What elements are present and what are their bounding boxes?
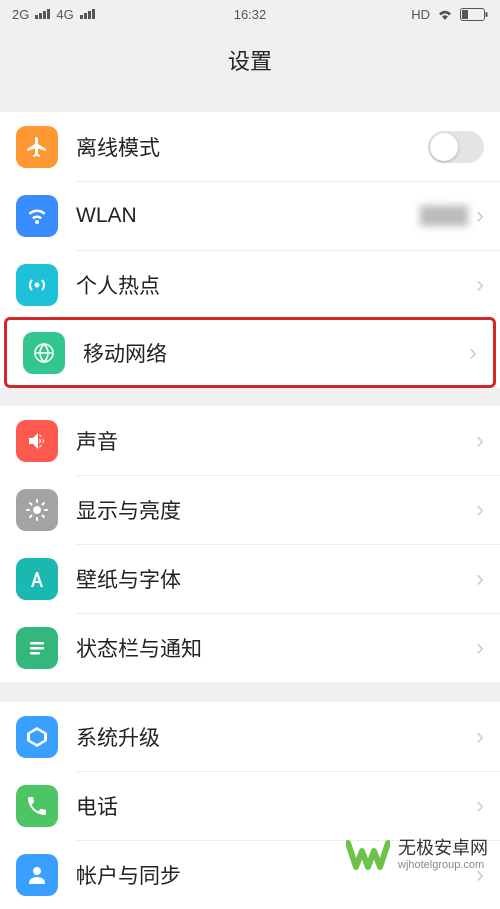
watermark-logo-icon — [346, 833, 390, 877]
network-2-label: 4G — [56, 7, 73, 22]
status-time: 16:32 — [234, 7, 267, 22]
row-airplane-mode[interactable]: 离线模式 — [0, 112, 500, 181]
row-system-update[interactable]: 系统升级 › — [0, 702, 500, 771]
row-wlan[interactable]: WLAN ████ › — [0, 181, 500, 250]
brightness-icon — [16, 489, 58, 531]
font-icon — [16, 558, 58, 600]
section-display: 声音 › 显示与亮度 › 壁纸与字体 › 状态栏与通知 › — [0, 406, 500, 682]
watermark: 无极安卓网 wjhotelgroup.com — [346, 833, 488, 877]
chevron-right-icon: › — [476, 429, 484, 453]
row-statusbar-notify[interactable]: 状态栏与通知 › — [0, 613, 500, 682]
chevron-right-icon: › — [476, 498, 484, 522]
status-left: 2G 4G — [12, 7, 95, 22]
chevron-right-icon: › — [476, 725, 484, 749]
chevron-right-icon: › — [476, 204, 484, 228]
row-label: 显示与亮度 — [76, 495, 476, 525]
hotspot-icon — [16, 264, 58, 306]
row-label: 个人热点 — [76, 270, 476, 300]
section-network: 离线模式 WLAN ████ › 个人热点 › 移动网络 › — [0, 112, 500, 388]
airplane-toggle[interactable] — [428, 131, 484, 163]
section-system: 系统升级 › 电话 › 帐户与同步 › — [0, 702, 500, 909]
watermark-sub: wjhotelgroup.com — [398, 859, 488, 872]
hd-label: HD — [411, 7, 430, 22]
status-right: HD — [411, 7, 488, 22]
chevron-right-icon: › — [476, 794, 484, 818]
chevron-right-icon: › — [476, 567, 484, 591]
signal-2-icon — [80, 9, 95, 19]
row-label: 移动网络 — [83, 338, 469, 368]
wlan-value: ████ — [420, 206, 468, 226]
row-mobile-network[interactable]: 移动网络 › — [4, 317, 496, 388]
network-1-label: 2G — [12, 7, 29, 22]
globe-icon — [23, 332, 65, 374]
row-label: 电话 — [76, 791, 476, 821]
row-label: WLAN — [76, 204, 420, 228]
signal-1-icon — [35, 9, 50, 19]
row-label: 离线模式 — [76, 132, 428, 162]
row-phone[interactable]: 电话 › — [0, 771, 500, 840]
status-bar: 2G 4G 16:32 HD — [0, 0, 500, 28]
airplane-icon — [16, 126, 58, 168]
account-icon — [16, 854, 58, 896]
page-title: 设置 — [0, 28, 500, 92]
row-display-brightness[interactable]: 显示与亮度 › — [0, 475, 500, 544]
battery-icon — [460, 8, 488, 21]
row-label: 声音 — [76, 426, 476, 456]
row-wallpaper-fonts[interactable]: 壁纸与字体 › — [0, 544, 500, 613]
watermark-text: 无极安卓网 wjhotelgroup.com — [398, 838, 488, 873]
wifi-icon — [436, 7, 454, 21]
sound-icon — [16, 420, 58, 462]
watermark-main: 无极安卓网 — [398, 838, 488, 860]
chevron-right-icon: › — [476, 636, 484, 660]
chevron-right-icon: › — [469, 341, 477, 365]
row-sound[interactable]: 声音 › — [0, 406, 500, 475]
update-icon — [16, 716, 58, 758]
chevron-right-icon: › — [476, 273, 484, 297]
phone-icon — [16, 785, 58, 827]
wlan-icon — [16, 195, 58, 237]
row-hotspot[interactable]: 个人热点 › — [0, 250, 500, 319]
row-label: 状态栏与通知 — [76, 633, 476, 663]
row-label: 壁纸与字体 — [76, 564, 476, 594]
list-icon — [16, 627, 58, 669]
row-label: 系统升级 — [76, 722, 476, 752]
